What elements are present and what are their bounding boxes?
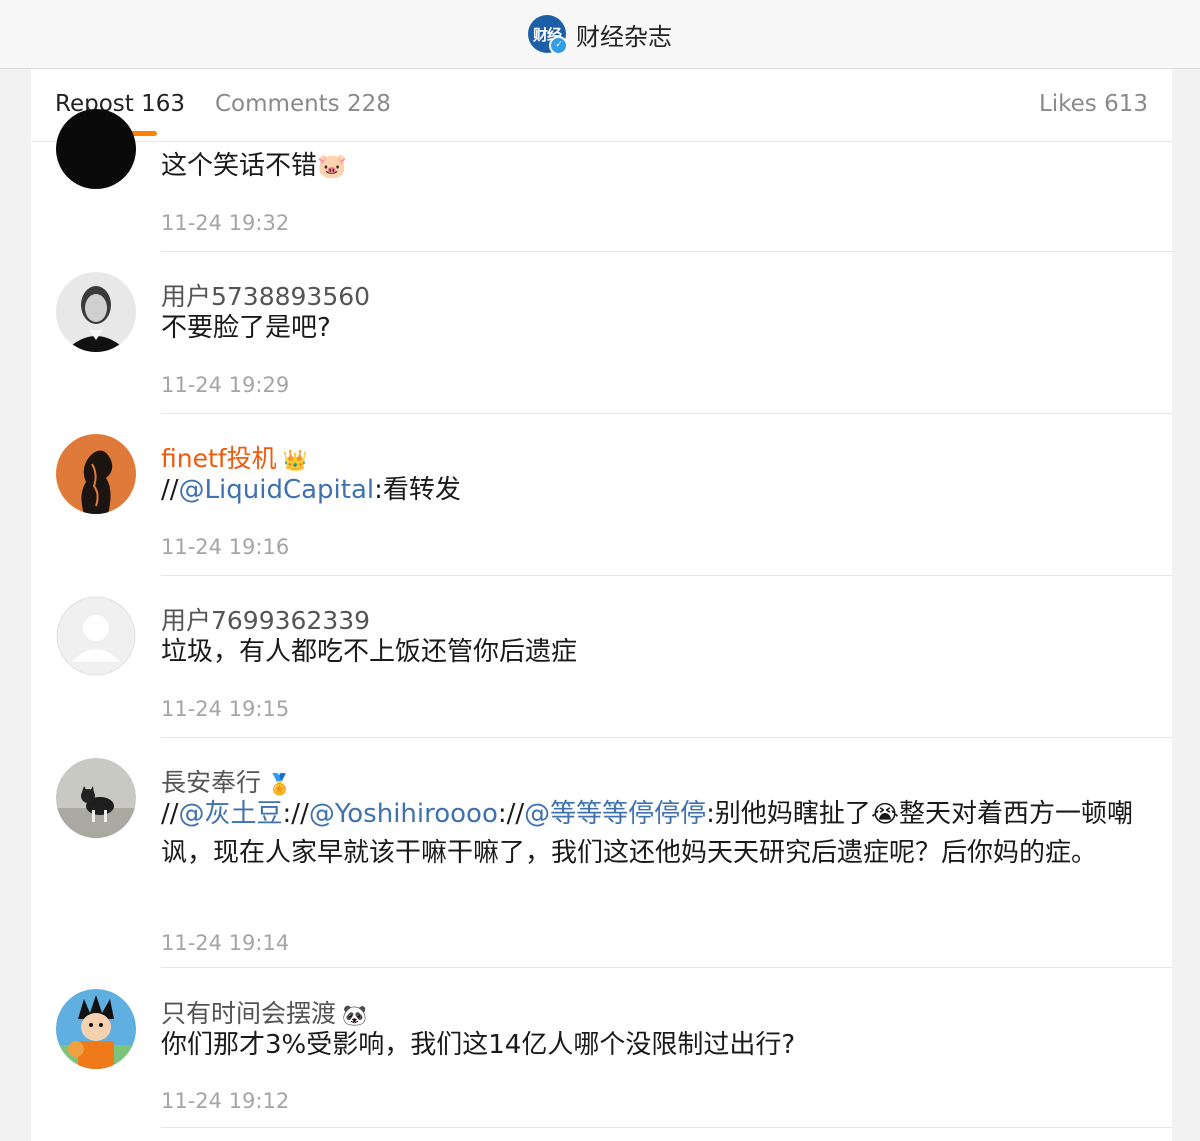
tab-likes[interactable]: Likes 613 (1039, 91, 1148, 117)
avatar[interactable] (56, 434, 136, 514)
account-title[interactable]: 财经杂志 (576, 17, 672, 52)
top-bar: 财经 ✓ 财经杂志 (0, 0, 1200, 69)
pig-emoji-icon: 🐷 (317, 152, 347, 180)
username[interactable]: finetf投机 👑 (161, 439, 307, 475)
username[interactable]: 只有时间会摆渡 🐼 (161, 994, 367, 1030)
username[interactable]: 長安奉行 🏅 (161, 763, 292, 799)
verified-icon: ✓ (549, 36, 568, 55)
medal-icon: 🏅 (267, 772, 292, 796)
comment-time: 11-24 19:12 (161, 1089, 290, 1113)
username[interactable]: 用户5738893560 (161, 277, 370, 313)
comment-text: 你们那才3%受影响，我们这14亿人哪个没限制过出行? (161, 1030, 796, 1060)
mention-link[interactable]: @Yoshihiroooo (309, 799, 498, 829)
avatar[interactable] (56, 109, 136, 189)
crying-laughing-emoji-icon: 😭 (870, 800, 899, 828)
comment-time: 11-24 19:14 (161, 931, 290, 955)
comment-time: 11-24 19:15 (161, 697, 290, 721)
account-logo[interactable]: 财经 ✓ (528, 15, 568, 55)
comment-text: //@灰土豆://@Yoshihiroooo://@等等等停停停:别他妈瞎扯了😭… (161, 799, 1133, 868)
divider (161, 251, 1172, 252)
default-avatar-icon[interactable] (56, 596, 136, 676)
tab-comments[interactable]: Comments 228 (215, 91, 391, 117)
avatar[interactable] (56, 272, 136, 352)
comment-time: 11-24 19:29 (161, 373, 290, 397)
avatar[interactable] (56, 989, 136, 1069)
comment-time: 11-24 19:16 (161, 535, 290, 559)
divider (161, 737, 1172, 738)
panda-icon: 🐼 (342, 1003, 367, 1027)
tab-repost[interactable]: Repost 163 (55, 91, 185, 117)
repost-panel: Repost 163 Comments 228 Likes 613 这个笑话不错… (31, 69, 1172, 1141)
comment-text: 不要脸了是吧? (161, 313, 331, 343)
comment-text: //@LiquidCapital:看转发 (161, 475, 461, 505)
comment-time: 11-24 19:32 (161, 211, 290, 235)
divider (161, 967, 1172, 968)
crown-icon: 👑 (282, 448, 308, 472)
divider (161, 575, 1172, 576)
comment-text: 垃圾，有人都吃不上饭还管你后遗症 (161, 637, 578, 667)
avatar[interactable] (56, 758, 136, 838)
comment-text: 这个笑话不错🐷 (161, 151, 347, 181)
mention-link[interactable]: @LiquidCapital (179, 475, 375, 505)
tab-bar: Repost 163 Comments 228 Likes 613 (31, 69, 1172, 142)
mention-link[interactable]: @灰土豆 (179, 799, 283, 829)
divider (161, 1127, 1172, 1128)
username[interactable]: 用户7699362339 (161, 601, 370, 637)
divider (161, 413, 1172, 414)
mention-link[interactable]: @等等等停停停 (524, 799, 706, 829)
